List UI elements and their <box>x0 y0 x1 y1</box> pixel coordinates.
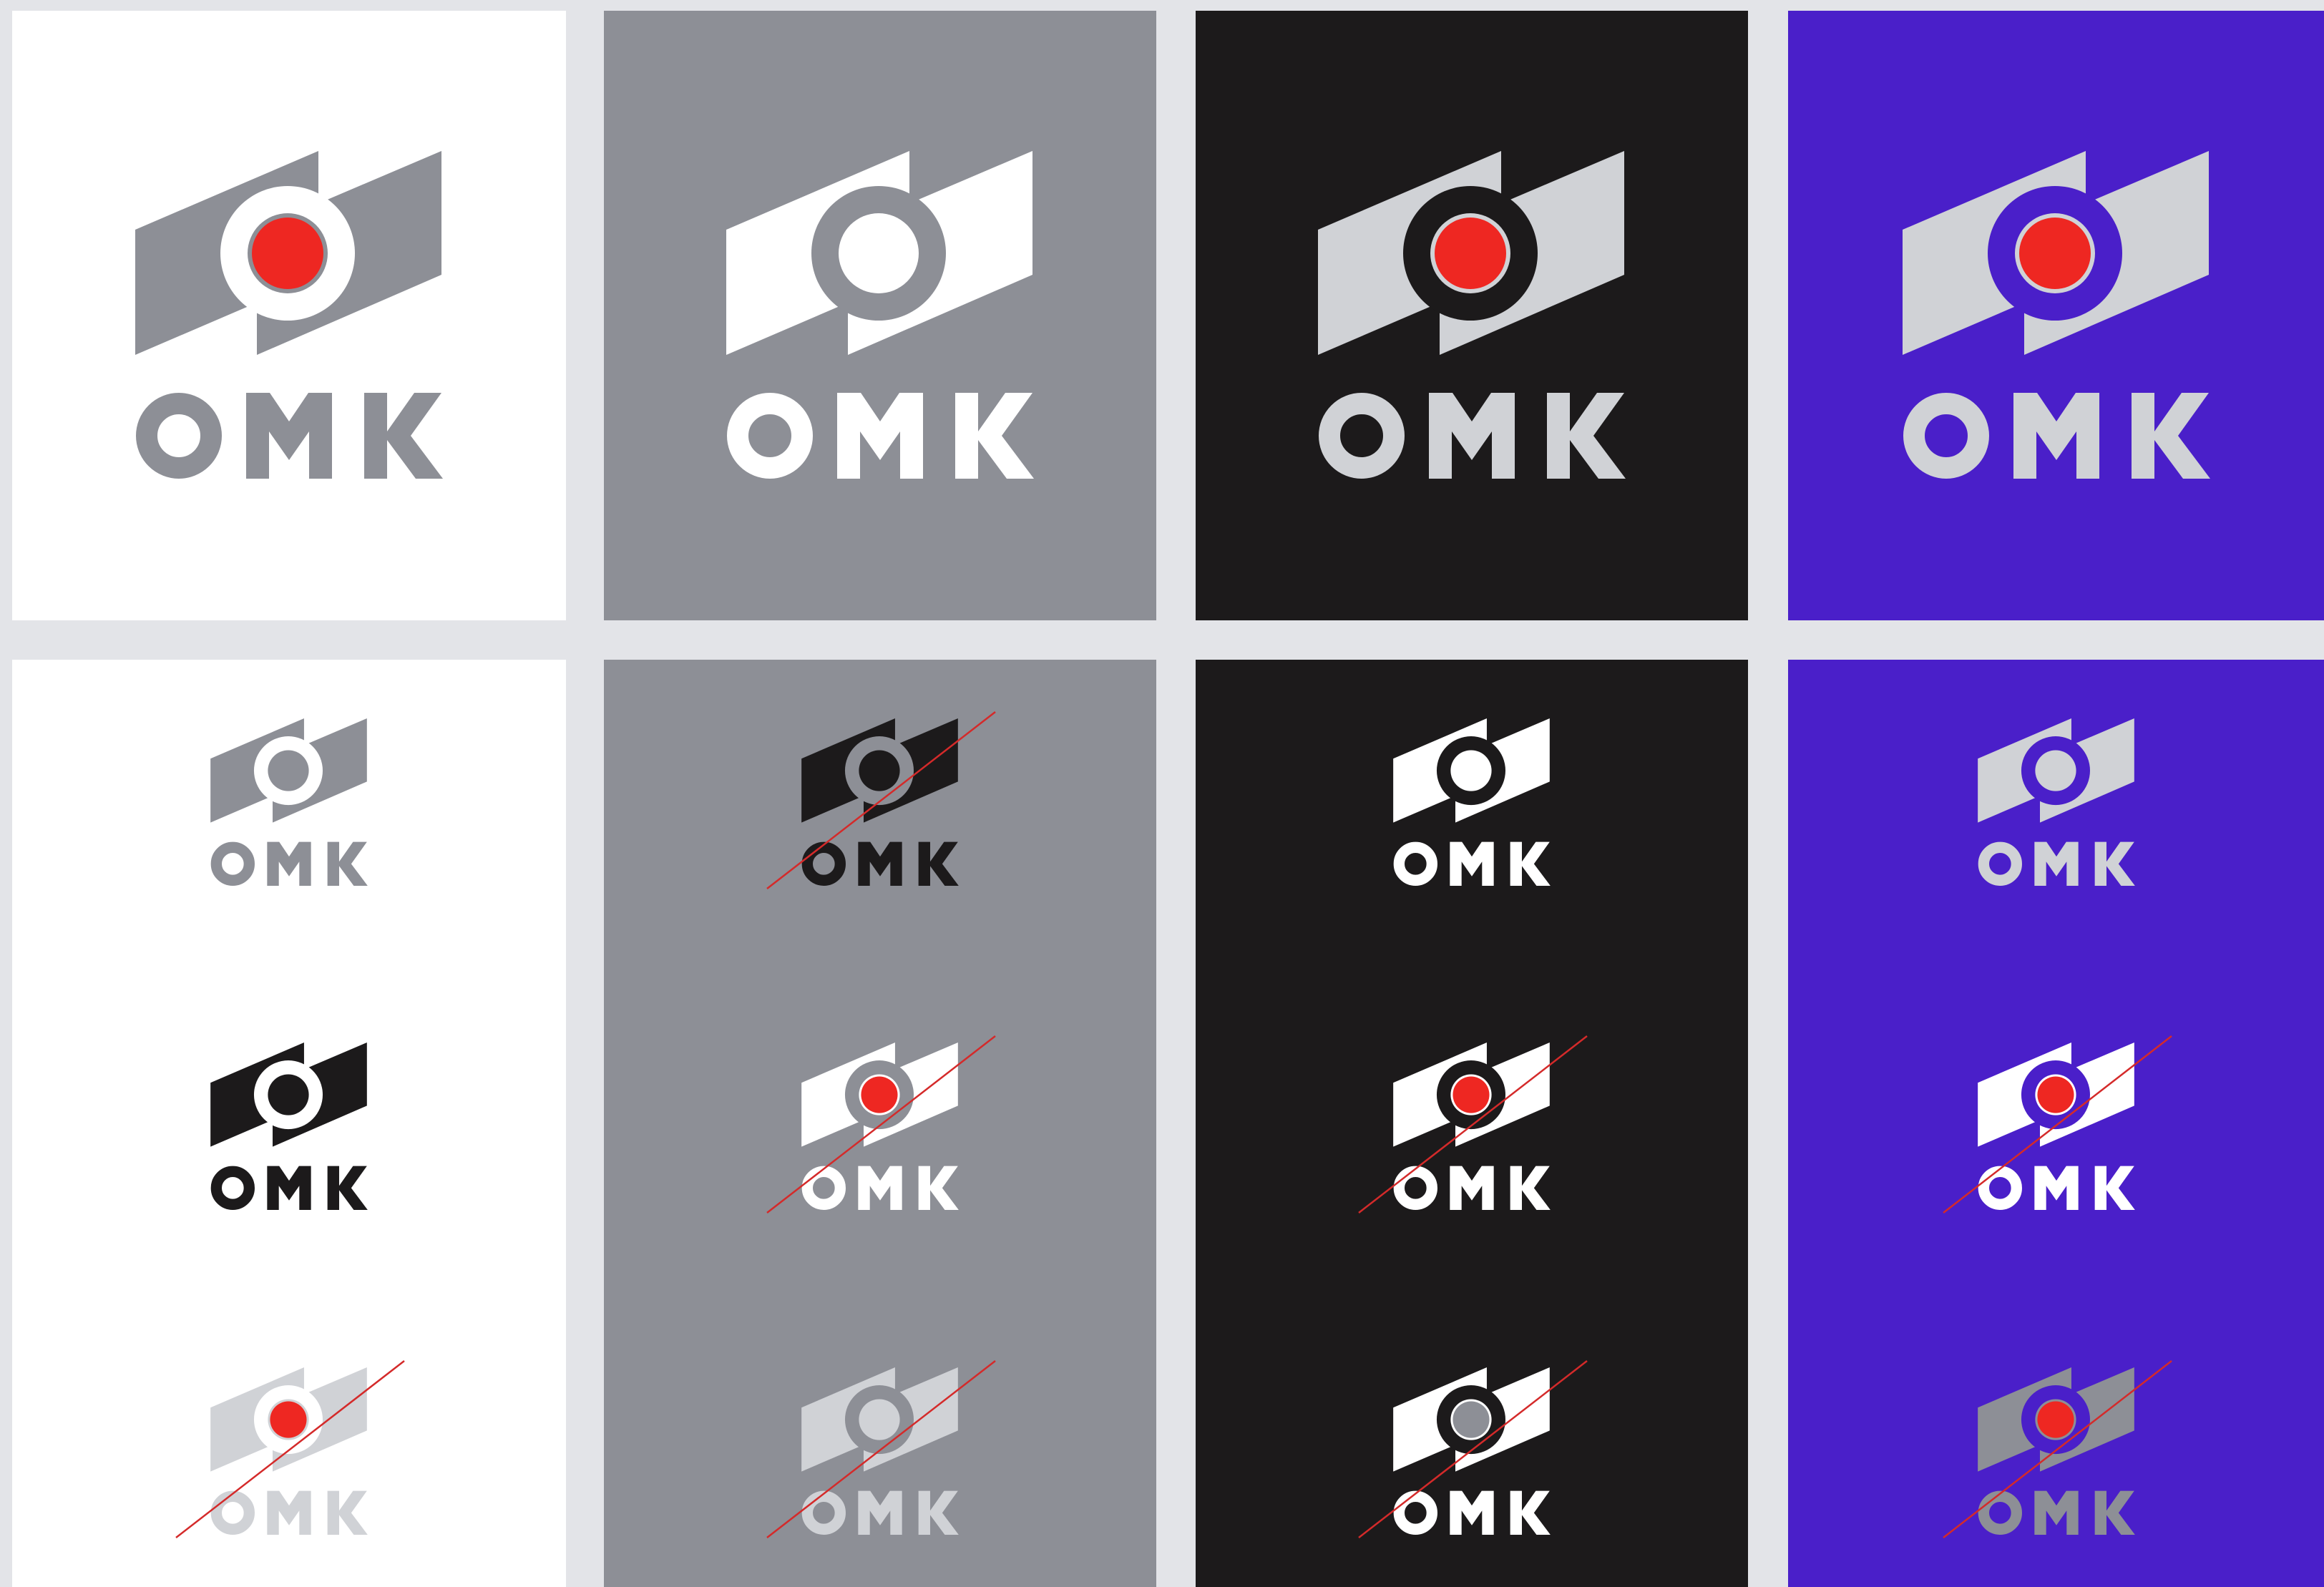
letter-m <box>267 1490 311 1535</box>
center-dot <box>2037 1401 2074 1438</box>
panel-white-variants: OMK OMK OMK <box>12 660 566 1587</box>
logo-top-black: OMK <box>1196 11 1748 620</box>
letter-m <box>1429 393 1515 479</box>
letter-o <box>1319 393 1405 479</box>
letter-o <box>727 393 813 479</box>
wordmark <box>210 1490 368 1535</box>
letter-m <box>837 393 923 479</box>
logo-black-3: OMK <box>1196 660 1748 1587</box>
letter-k <box>2132 393 2210 479</box>
letter-m <box>858 1490 902 1535</box>
letter-o <box>1393 1490 1437 1535</box>
letter-m <box>2034 1490 2079 1535</box>
panel-black-variants: OMK OMK OMK <box>1196 660 1748 1587</box>
panel-blue-variants: OMK OMK OMK <box>1788 660 2324 1587</box>
panel-white-main: OMK <box>12 11 566 620</box>
center-dot <box>2019 218 2091 289</box>
panel-grey-variants: OMK OMK OMK <box>604 660 1156 1587</box>
letter-k <box>364 393 443 479</box>
letter-k <box>1547 393 1626 479</box>
omk-logo: OMK <box>1903 151 2210 479</box>
letter-k <box>918 1490 959 1535</box>
logo-top-grey: OMK <box>604 11 1156 620</box>
letter-o <box>801 1490 846 1535</box>
wordmark <box>1393 1490 1551 1535</box>
panel-black-main: OMK <box>1196 11 1748 620</box>
letter-m <box>2013 393 2099 479</box>
wordmark <box>801 1490 959 1535</box>
omk-logo: OMK <box>726 151 1034 479</box>
logo-top-white: OMK <box>12 11 566 620</box>
center-dot <box>252 218 323 289</box>
wordmark <box>727 393 1034 479</box>
omk-logo: OMK <box>801 1367 959 1535</box>
logo-top-blue: OMK <box>1788 11 2324 620</box>
panel-grey-main: OMK <box>604 11 1156 620</box>
wordmark <box>136 393 443 479</box>
omk-logo: OMK <box>1318 151 1626 479</box>
center-dot <box>1452 1401 1490 1438</box>
logo-blue-3: OMK <box>1788 660 2324 1587</box>
wordmark <box>1903 393 2210 479</box>
omk-logo: OMK <box>135 151 443 479</box>
wordmark <box>1978 1490 2135 1535</box>
panel-blue-main: OMK <box>1788 11 2324 620</box>
letter-o <box>136 393 222 479</box>
omk-logo: OMK <box>1978 1367 2135 1535</box>
center-dot <box>843 218 914 289</box>
center-dot <box>1435 218 1506 289</box>
omk-logo: OMK <box>210 1367 368 1535</box>
letter-m <box>246 393 332 479</box>
wordmark <box>1319 393 1626 479</box>
center-dot <box>270 1401 307 1438</box>
logo-grey-3: OMK <box>604 660 1156 1587</box>
omk-logo: OMK <box>1393 1367 1551 1535</box>
letter-k <box>327 1490 368 1535</box>
letter-o <box>1978 1490 2022 1535</box>
logo-white-3: OMK <box>12 660 566 1587</box>
letter-m <box>1450 1490 1494 1535</box>
letter-k <box>955 393 1034 479</box>
letter-o <box>1903 393 1989 479</box>
center-dot <box>861 1401 898 1438</box>
letter-k <box>1510 1490 1551 1535</box>
letter-o <box>210 1490 255 1535</box>
letter-k <box>2094 1490 2135 1535</box>
